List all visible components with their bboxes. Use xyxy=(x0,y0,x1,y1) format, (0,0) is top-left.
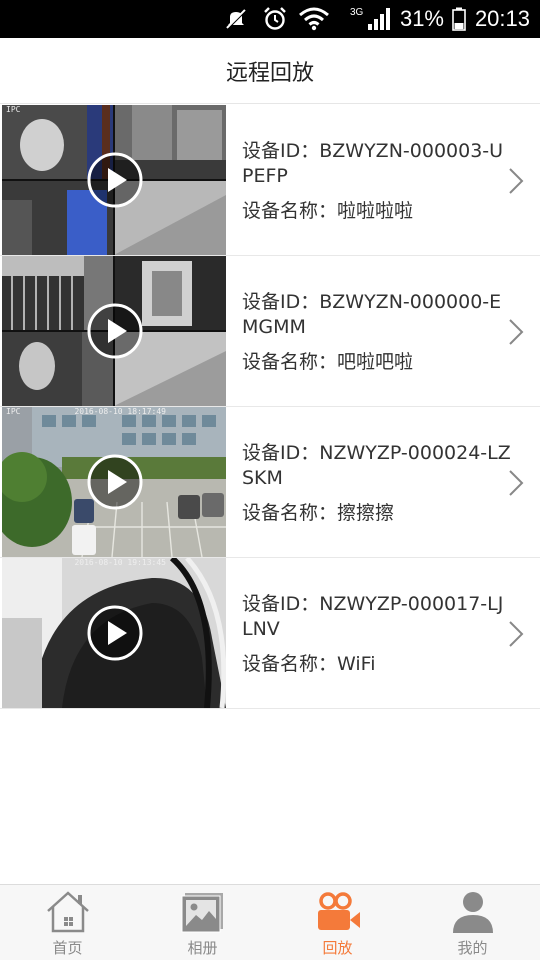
page-title: 远程回放 xyxy=(225,60,314,86)
chevron-right-icon[interactable] xyxy=(508,620,524,648)
video-timestamp: IPC xyxy=(6,105,21,114)
device-id: 设备ID：NZWYZP-000024-LZSKM xyxy=(242,442,511,489)
play-icon[interactable] xyxy=(86,453,144,511)
video-timestamp: IPC 2016-08-10 18:17:49 xyxy=(6,407,166,416)
video-timestamp: IPC 2016-08-10 19:13:45 xyxy=(6,558,166,567)
device-info: 设备ID：NZWYZP-000024-LZSKM 设备名称：擦擦擦 xyxy=(242,441,512,526)
tab-playback[interactable]: 回放 xyxy=(270,885,405,960)
device-list: IPC 设备ID：BZWYZN-000003-UPEFP 设备名称：啦啦啦啦 设… xyxy=(0,105,540,709)
app-header: 远程回放 xyxy=(0,38,540,104)
video-thumbnail[interactable]: IPC xyxy=(2,105,226,255)
battery-icon xyxy=(452,0,466,38)
wifi-icon xyxy=(298,0,330,38)
device-name: 设备名称：吧啦吧啦 xyxy=(242,351,414,373)
device-name: 设备名称：啦啦啦啦 xyxy=(242,200,414,222)
play-icon[interactable] xyxy=(86,151,144,209)
device-row[interactable]: IPC 2016-08-10 19:13:45 设备ID：NZWYZP-00001… xyxy=(0,558,540,709)
status-bar: 3G 31% 20:13 xyxy=(0,0,540,38)
device-row[interactable]: 设备ID：BZWYZN-000000-EMGMM 设备名称：吧啦吧啦 xyxy=(0,256,540,407)
device-row[interactable]: IPC 设备ID：BZWYZN-000003-UPEFP 设备名称：啦啦啦啦 xyxy=(0,105,540,256)
device-name: 设备名称：WiFi xyxy=(242,653,376,675)
play-icon[interactable] xyxy=(86,302,144,360)
home-icon xyxy=(44,889,92,935)
video-thumbnail[interactable] xyxy=(2,256,226,406)
network-type-label: 3G xyxy=(350,7,364,18)
mute-icon xyxy=(224,0,248,38)
device-info: 设备ID：NZWYZP-000017-LJLNV 设备名称：WiFi xyxy=(242,592,512,677)
video-thumbnail[interactable]: IPC 2016-08-10 18:17:49 xyxy=(2,407,226,557)
battery-percent: 31% xyxy=(399,6,444,31)
device-info: 设备ID：BZWYZN-000000-EMGMM 设备名称：吧啦吧啦 xyxy=(242,290,512,375)
tab-label: 回放 xyxy=(322,939,353,957)
tab-label: 我的 xyxy=(457,939,488,957)
video-thumbnail[interactable]: IPC 2016-08-10 19:13:45 xyxy=(2,558,226,708)
tab-home[interactable]: 首页 xyxy=(0,885,135,960)
album-icon xyxy=(179,889,227,935)
device-id: 设备ID：BZWYZN-000000-EMGMM xyxy=(242,291,502,338)
user-icon xyxy=(449,889,497,935)
signal-icon: 3G xyxy=(350,0,392,38)
device-name: 设备名称：擦擦擦 xyxy=(242,502,395,524)
chevron-right-icon[interactable] xyxy=(508,469,524,497)
bottom-nav: 首页 相册 回放 我的 xyxy=(0,884,540,960)
tab-label: 首页 xyxy=(52,939,83,957)
clock: 20:13 xyxy=(474,6,530,31)
device-id: 设备ID：NZWYZP-000017-LJLNV xyxy=(242,593,504,640)
device-info: 设备ID：BZWYZN-000003-UPEFP 设备名称：啦啦啦啦 xyxy=(242,139,512,224)
chevron-right-icon[interactable] xyxy=(508,318,524,346)
tab-mine[interactable]: 我的 xyxy=(405,885,540,960)
chevron-right-icon[interactable] xyxy=(508,167,524,195)
device-id: 设备ID：BZWYZN-000003-UPEFP xyxy=(242,140,504,187)
tab-label: 相册 xyxy=(187,939,218,957)
play-icon[interactable] xyxy=(86,604,144,662)
device-row[interactable]: IPC 2016-08-10 18:17:49 设备ID：NZWYZP-00002… xyxy=(0,407,540,558)
tab-album[interactable]: 相册 xyxy=(135,885,270,960)
camera-playback-icon xyxy=(314,889,362,935)
alarm-icon xyxy=(262,0,288,38)
